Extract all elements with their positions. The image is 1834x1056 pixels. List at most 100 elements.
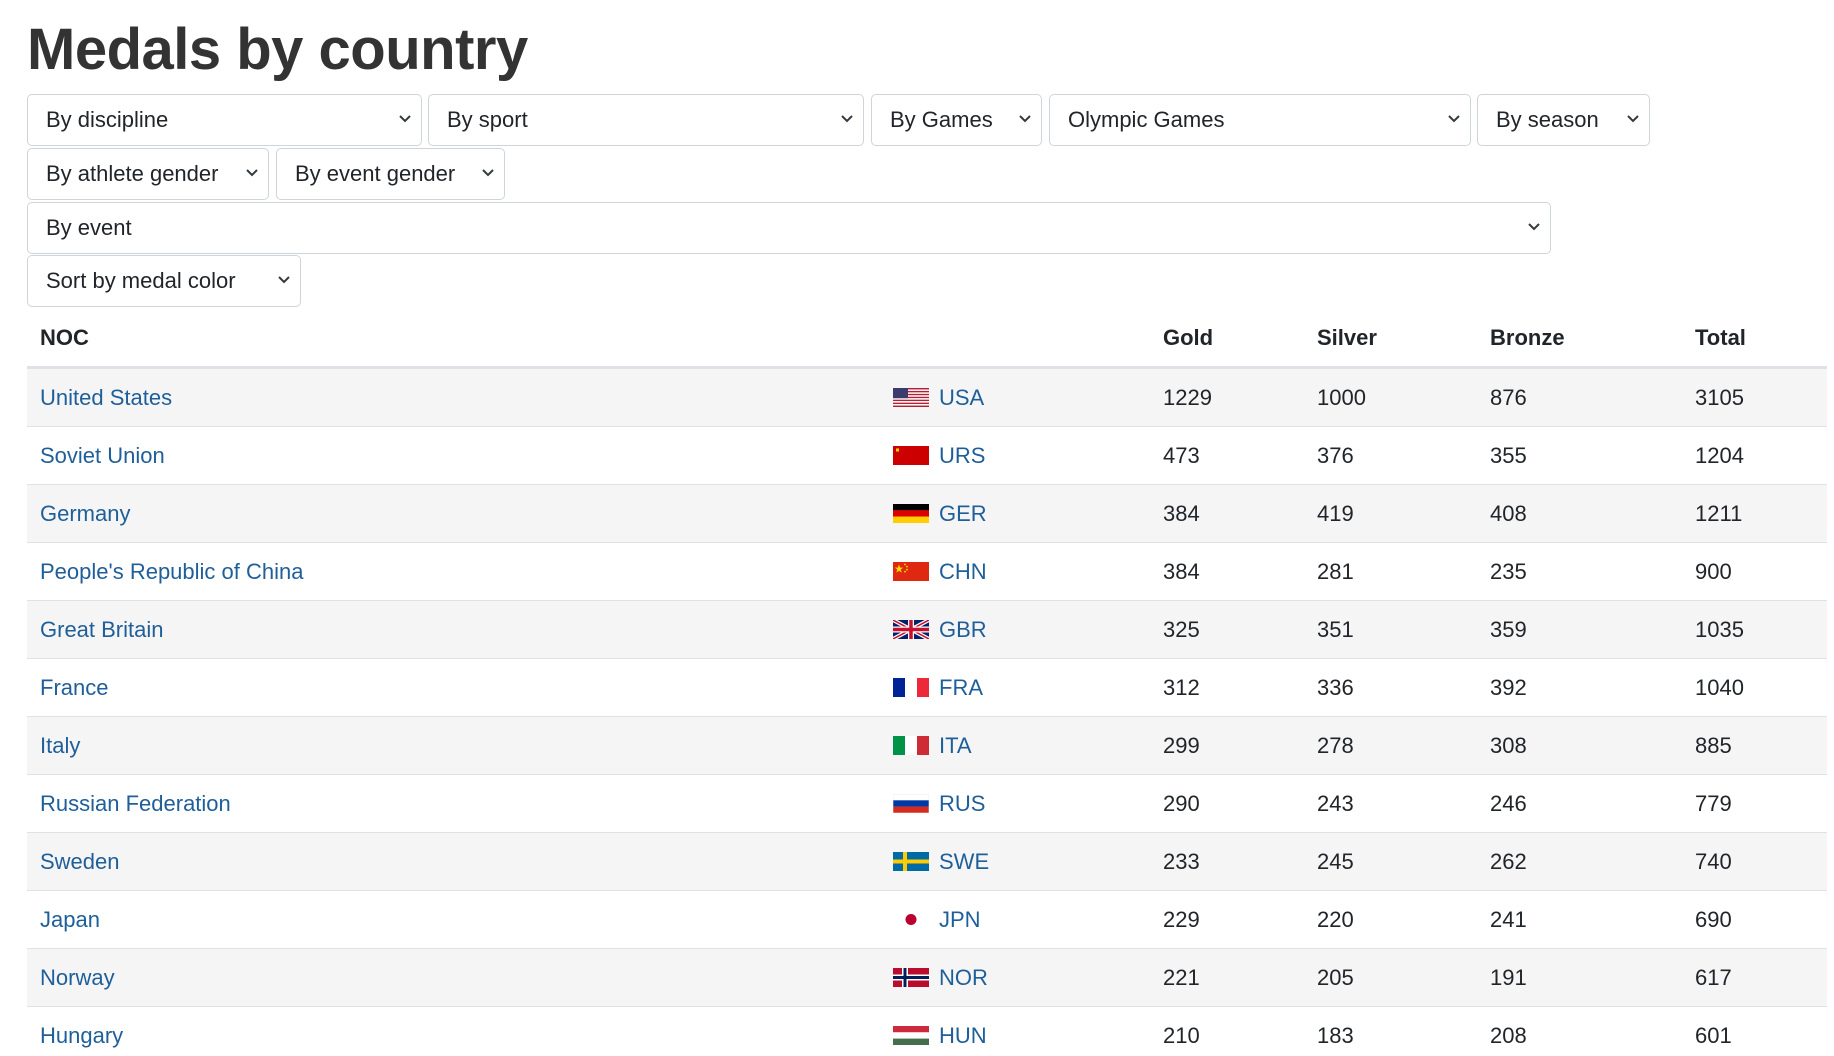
gold-count: 290 (1150, 774, 1304, 833)
noc-code-link[interactable]: SWE (939, 849, 989, 875)
bronze-count: 208 (1477, 1006, 1682, 1056)
discipline-select-label: By discipline (46, 107, 169, 132)
country-link[interactable]: Hungary (40, 1023, 123, 1048)
header-noc: NOC (27, 310, 893, 369)
bronze-count: 408 (1477, 484, 1682, 543)
noc-code-cell: GER (893, 484, 1150, 543)
table-row: Japan JPN 229 220 241 690 (27, 890, 1827, 949)
ita-flag-icon (893, 736, 929, 755)
bronze-count: 191 (1477, 948, 1682, 1007)
silver-count: 351 (1304, 600, 1477, 659)
table-row: United States USA 1229 1000 876 3105 (27, 367, 1827, 427)
country-link[interactable]: Italy (40, 733, 80, 758)
country-link[interactable]: Great Britain (40, 617, 164, 642)
country-link[interactable]: People's Republic of China (40, 559, 303, 584)
gold-count: 1229 (1150, 367, 1304, 427)
noc-code-link[interactable]: URS (939, 443, 985, 469)
season-select-label: By season (1496, 107, 1599, 132)
bronze-count: 355 (1477, 426, 1682, 485)
usa-flag-icon (893, 388, 929, 407)
bronze-count: 308 (1477, 716, 1682, 775)
noc-code-cell: ITA (893, 716, 1150, 775)
country-link[interactable]: Soviet Union (40, 443, 165, 468)
nor-flag-icon (893, 968, 929, 987)
rus-flag-icon (893, 794, 929, 813)
silver-count: 336 (1304, 658, 1477, 717)
noc-code-cell: GBR (893, 600, 1150, 659)
noc-code-link[interactable]: RUS (939, 791, 985, 817)
swe-flag-icon (893, 852, 929, 871)
gold-count: 384 (1150, 542, 1304, 601)
event-select[interactable]: By event (27, 202, 1551, 254)
chevron-down-icon (1447, 114, 1461, 124)
chevron-down-icon (277, 275, 291, 285)
jpn-flag-icon (893, 910, 929, 929)
athlete-gender-select[interactable]: By athlete gender (27, 148, 269, 200)
noc-code-cell: CHN (893, 542, 1150, 601)
country-cell: Japan (27, 890, 893, 949)
gold-count: 473 (1150, 426, 1304, 485)
country-link[interactable]: France (40, 675, 108, 700)
header-bronze[interactable]: Bronze (1477, 310, 1682, 369)
gold-count: 312 (1150, 658, 1304, 717)
bronze-count: 235 (1477, 542, 1682, 601)
medal-table: NOC Gold Silver Bronze Total United Stat… (27, 310, 1827, 1056)
table-row: Hungary HUN 210 183 208 601 (27, 1006, 1827, 1056)
silver-count: 281 (1304, 542, 1477, 601)
noc-code-link[interactable]: JPN (939, 907, 981, 933)
total-count: 779 (1682, 774, 1827, 833)
country-link[interactable]: Russian Federation (40, 791, 231, 816)
header-total[interactable]: Total (1682, 310, 1827, 369)
country-link[interactable]: Norway (40, 965, 115, 990)
chevron-down-icon (481, 168, 495, 178)
bronze-count: 262 (1477, 832, 1682, 891)
country-link[interactable]: United States (40, 385, 172, 410)
country-link[interactable]: Japan (40, 907, 100, 932)
season-select[interactable]: By season (1477, 94, 1650, 146)
fra-flag-icon (893, 678, 929, 697)
noc-code-link[interactable]: FRA (939, 675, 983, 701)
country-link[interactable]: Germany (40, 501, 130, 526)
bronze-count: 241 (1477, 890, 1682, 949)
chevron-down-icon (1626, 114, 1640, 124)
bronze-count: 876 (1477, 367, 1682, 427)
header-gold[interactable]: Gold (1150, 310, 1304, 369)
medal-table-body: United States USA 1229 1000 876 3105 Soviet Un… (27, 367, 1827, 1056)
games-select-label: By Games (890, 107, 993, 132)
noc-code-link[interactable]: ITA (939, 733, 972, 759)
hun-flag-icon (893, 1026, 929, 1045)
gold-count: 384 (1150, 484, 1304, 543)
noc-code-link[interactable]: CHN (939, 559, 987, 585)
sort-select-label: Sort by medal color (46, 268, 236, 293)
chn-flag-icon (893, 562, 929, 581)
sort-select[interactable]: Sort by medal color (27, 255, 301, 307)
table-row: Soviet Union URS 473 376 355 1204 (27, 426, 1827, 485)
noc-code-link[interactable]: GER (939, 501, 987, 527)
sport-select[interactable]: By sport (428, 94, 864, 146)
table-row: Great Britain GBR 325 351 359 1035 (27, 600, 1827, 659)
discipline-select[interactable]: By discipline (27, 94, 422, 146)
noc-code-link[interactable]: NOR (939, 965, 988, 991)
country-link[interactable]: Sweden (40, 849, 120, 874)
header-silver[interactable]: Silver (1304, 310, 1477, 369)
games-type-select[interactable]: Olympic Games (1049, 94, 1471, 146)
table-header-row: NOC Gold Silver Bronze Total (27, 310, 1827, 369)
bronze-count: 359 (1477, 600, 1682, 659)
noc-code-link[interactable]: HUN (939, 1023, 987, 1049)
noc-code-link[interactable]: USA (939, 385, 984, 411)
gold-count: 210 (1150, 1006, 1304, 1056)
noc-code-link[interactable]: GBR (939, 617, 987, 643)
ger-flag-icon (893, 504, 929, 523)
event-gender-select[interactable]: By event gender (276, 148, 505, 200)
bronze-count: 246 (1477, 774, 1682, 833)
games-select[interactable]: By Games (871, 94, 1042, 146)
country-cell: France (27, 658, 893, 717)
silver-count: 220 (1304, 890, 1477, 949)
event-select-label: By event (46, 215, 132, 240)
country-cell: Sweden (27, 832, 893, 891)
country-cell: Soviet Union (27, 426, 893, 485)
silver-count: 278 (1304, 716, 1477, 775)
gold-count: 299 (1150, 716, 1304, 775)
silver-count: 243 (1304, 774, 1477, 833)
chevron-down-icon (1527, 222, 1541, 232)
